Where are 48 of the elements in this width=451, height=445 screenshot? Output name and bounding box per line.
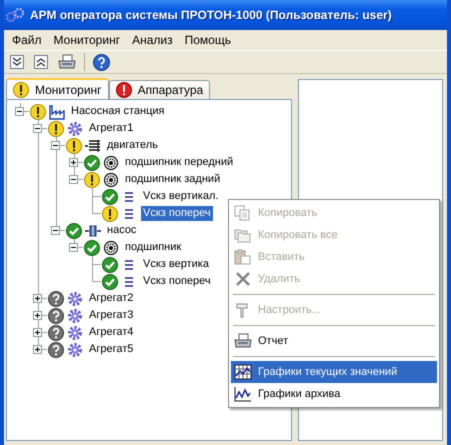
tree-item[interactable]: двигатель	[105, 138, 160, 153]
collapse-all-icon[interactable]	[32, 55, 50, 69]
tree-item[interactable]: Vскз вертикал.	[141, 189, 220, 204]
expand-toggle[interactable]	[33, 328, 42, 337]
tree-item[interactable]: подшипник задний	[123, 172, 222, 187]
collapse-toggle[interactable]	[69, 243, 78, 252]
collapse-toggle[interactable]	[33, 124, 42, 133]
expand-toggle[interactable]	[33, 294, 42, 303]
chart-icon	[234, 364, 252, 380]
tab[interactable]: Аппаратура	[108, 80, 210, 99]
tree-item[interactable]: Агрегат2	[87, 291, 136, 306]
folders-icon	[234, 227, 252, 243]
menu-item[interactable]: Анализ	[126, 32, 179, 48]
collapse-toggle[interactable]	[51, 226, 60, 235]
tree-item[interactable]: Vскз вертика	[141, 257, 211, 272]
collapse-toggle[interactable]	[15, 107, 24, 116]
menu-item[interactable]: Мониторинг	[48, 32, 126, 48]
menu-item[interactable]: Графики текущих значений	[231, 361, 437, 383]
tree-item[interactable]: Агрегат1	[87, 121, 136, 136]
menu-item[interactable]: Файл	[6, 32, 48, 48]
print-icon	[234, 333, 252, 349]
chart-icon	[234, 386, 252, 402]
copy-icon	[234, 205, 252, 221]
tree-item[interactable]: подшипник	[123, 240, 184, 255]
tree-item[interactable]: насос	[105, 223, 138, 238]
expand-toggle[interactable]	[33, 345, 42, 354]
tree-item[interactable]: Агрегат5	[87, 342, 136, 357]
tree-item[interactable]: Агрегат3	[87, 308, 136, 323]
print-icon[interactable]	[56, 54, 78, 70]
tab[interactable]: Мониторинг	[6, 78, 109, 99]
tree-item[interactable]: Насосная станция	[69, 104, 167, 119]
collapse-toggle[interactable]	[69, 175, 78, 184]
expand-all-icon[interactable]	[8, 55, 26, 69]
menu-item[interactable]: Графики архива	[231, 383, 437, 405]
menu-item[interactable]: Помощь	[178, 32, 237, 48]
tree-item[interactable]: подшипник передний	[123, 155, 236, 170]
help-icon[interactable]	[91, 54, 112, 70]
delete-icon	[234, 271, 252, 287]
window-title: АРМ оператора системы ПРОТОН-1000 (Пользователь: user)	[30, 8, 392, 22]
tree-item[interactable]: Агрегат4	[87, 325, 136, 340]
app-icon	[6, 8, 24, 22]
expand-toggle[interactable]	[33, 311, 42, 320]
tree-item[interactable]: Vскз попереч	[141, 274, 213, 289]
expand-toggle[interactable]	[69, 158, 78, 167]
collapse-toggle[interactable]	[51, 141, 60, 150]
tree-item[interactable]: Vскз попереч	[141, 206, 213, 221]
menu-item[interactable]: Отчет	[231, 330, 437, 352]
paste-icon	[234, 249, 252, 265]
